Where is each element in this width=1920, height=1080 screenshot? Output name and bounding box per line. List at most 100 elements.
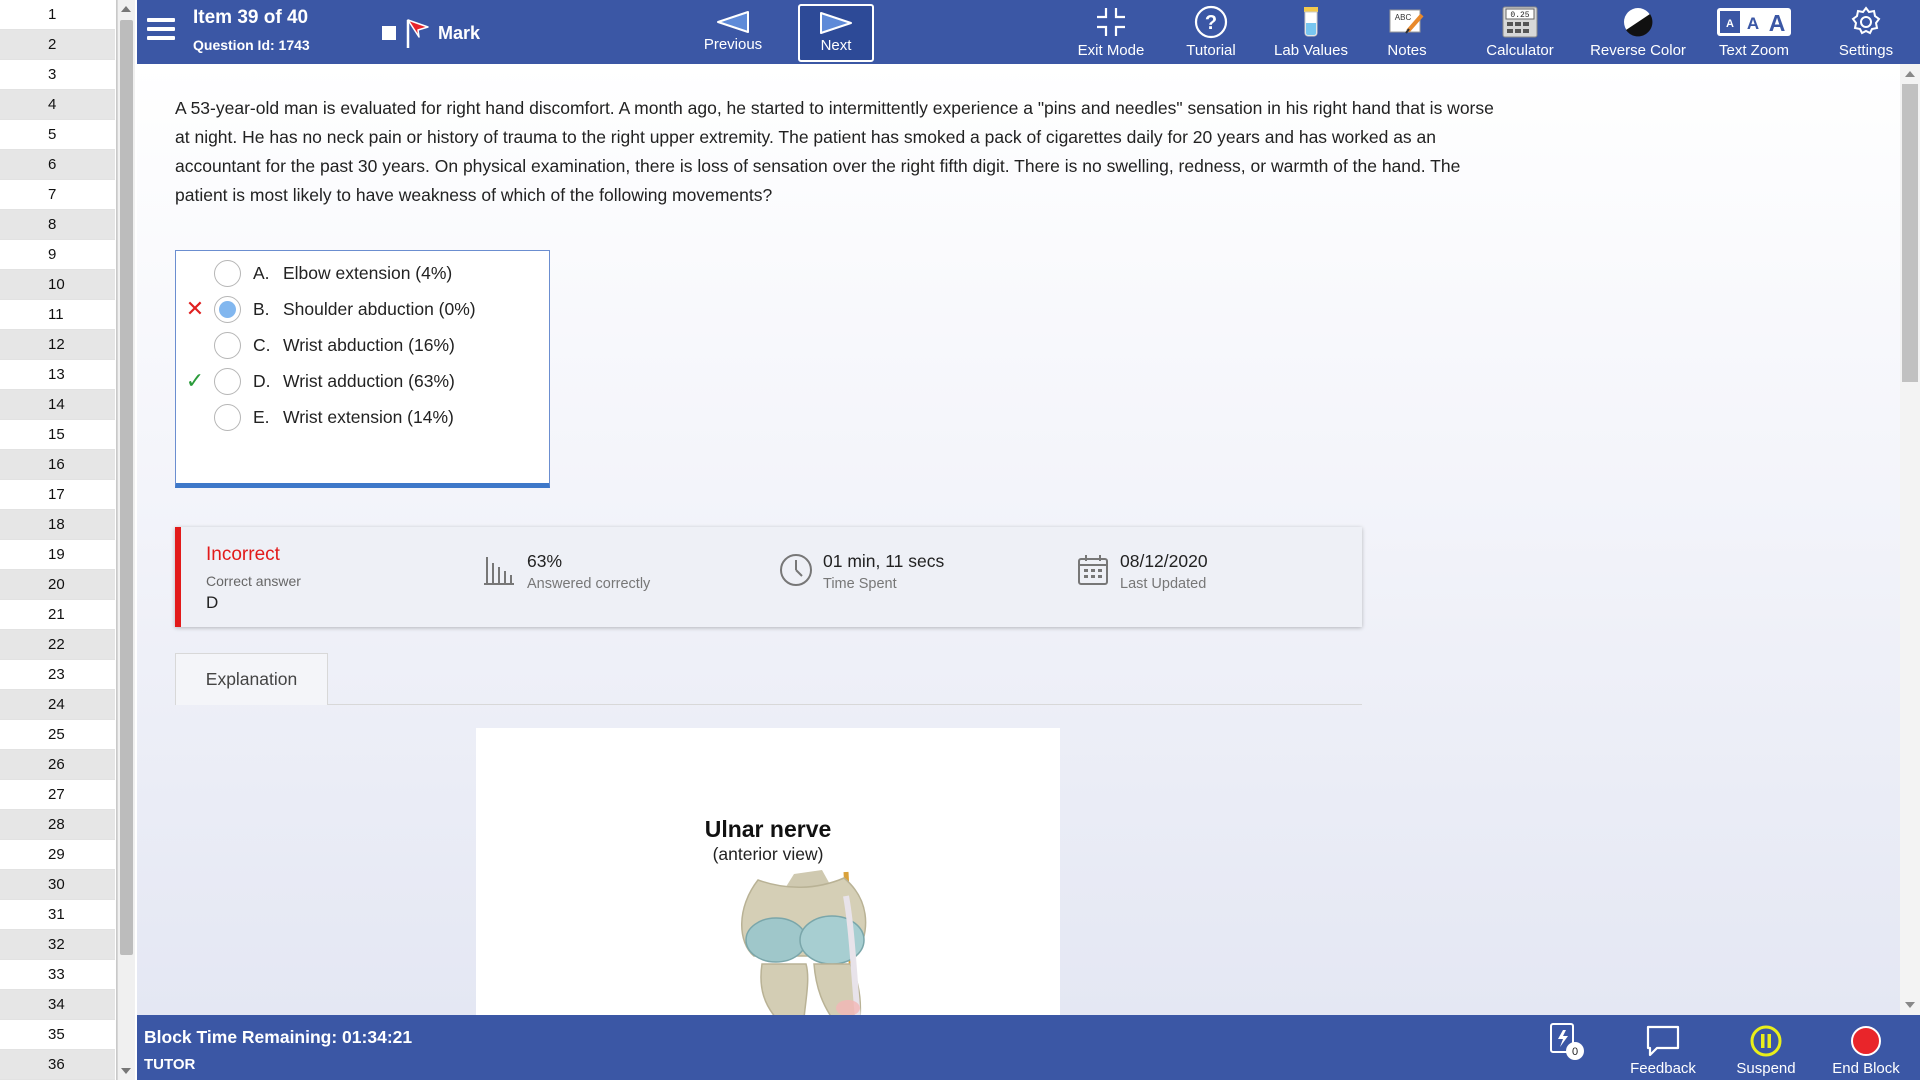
question-list: 1 2 3 4 5 6 7 8 9 10 11 12 13 14 15 16 17 18 19 20 21 22 23 24 2… [0, 0, 115, 1080]
question-list-item[interactable]: 4 [0, 90, 115, 120]
incorrect-x-icon: ✕ [185, 296, 205, 321]
question-list-item[interactable]: 9 [0, 240, 115, 270]
last-updated-label: Last Updated [1120, 576, 1207, 592]
previous-arrow-icon [717, 11, 749, 33]
pause-icon [1750, 1025, 1782, 1057]
question-list-item[interactable]: 32 [0, 930, 115, 960]
question-list-item[interactable]: 16 [0, 450, 115, 480]
choice-c-text: Wrist abduction (16%) [283, 334, 455, 355]
question-list-item[interactable]: 29 [0, 840, 115, 870]
hamburger-menu-icon[interactable] [147, 18, 175, 42]
next-button[interactable]: Next [798, 4, 874, 62]
question-list-item[interactable]: 20 [0, 570, 115, 600]
question-content: A 53-year-old man is evaluated for right… [137, 64, 1900, 1015]
calculator-button[interactable]: 0.25 Calculator [1479, 5, 1561, 63]
scroll-down-arrow-icon[interactable] [1905, 1002, 1915, 1008]
choice-c-radio[interactable] [214, 331, 241, 359]
question-list-item[interactable]: 10 [0, 270, 115, 300]
question-list-item[interactable]: 17 [0, 480, 115, 510]
question-list-scrollbar[interactable] [117, 0, 135, 1080]
previous-label: Previous [703, 36, 763, 53]
scroll-down-arrow-icon[interactable] [121, 1068, 131, 1074]
tutorial-button[interactable]: ? Tutorial [1177, 5, 1245, 63]
scrollbar-thumb[interactable] [120, 20, 133, 955]
question-list-item[interactable]: 22 [0, 630, 115, 660]
choice-a-text: Elbow extension (4%) [283, 262, 453, 283]
content-scrollbar-thumb[interactable] [1902, 84, 1918, 382]
question-list-item[interactable]: 11 [0, 300, 115, 330]
lab-values-button[interactable]: Lab Values [1269, 5, 1353, 63]
last-updated-value: 08/12/2020 [1120, 551, 1208, 571]
text-zoom-button[interactable]: A A A Text Zoom [1714, 5, 1794, 63]
question-list-item[interactable]: 13 [0, 360, 115, 390]
question-list-item[interactable]: 3 [0, 60, 115, 90]
question-list-item[interactable]: 1 [0, 0, 115, 30]
notes-button[interactable]: ABC Notes [1377, 5, 1437, 63]
question-list-item[interactable]: 31 [0, 900, 115, 930]
suspend-button[interactable]: Suspend [1726, 1024, 1806, 1077]
time-spent-stat: 01 min, 11 secs Time Spent [777, 551, 944, 592]
choice-a-radio[interactable] [214, 259, 241, 287]
svg-text:?: ? [1205, 12, 1217, 34]
exit-mode-button[interactable]: Exit Mode [1073, 5, 1149, 63]
next-label: Next [820, 37, 852, 54]
answer-choices: A. Elbow extension (4%) ✕ B. Shoulder ab… [175, 250, 550, 488]
svg-text:A: A [1726, 18, 1734, 30]
choice-e[interactable]: E. Wrist extension (14%) [176, 395, 549, 439]
question-list-item[interactable]: 12 [0, 330, 115, 360]
percent-correct-value: 63% [527, 551, 563, 571]
scroll-up-arrow-icon[interactable] [1905, 71, 1915, 77]
choice-b-text: Shoulder abduction (0%) [283, 298, 476, 319]
question-list-item[interactable]: 34 [0, 990, 115, 1020]
explanation-figure: Ulnar nerve (anterior view) [476, 728, 1060, 1015]
question-list-item[interactable]: 28 [0, 810, 115, 840]
question-list-item[interactable]: 30 [0, 870, 115, 900]
question-list-item[interactable]: 26 [0, 750, 115, 780]
end-block-button[interactable]: End Block [1821, 1024, 1911, 1077]
question-list-item[interactable]: 5 [0, 120, 115, 150]
question-list-item[interactable]: 8 [0, 210, 115, 240]
question-list-item[interactable]: 23 [0, 660, 115, 690]
question-list-item[interactable]: 27 [0, 780, 115, 810]
flag-icon [406, 19, 429, 48]
time-spent-value: 01 min, 11 secs [823, 551, 945, 571]
flashcard-button[interactable]: 0 [1541, 1023, 1591, 1060]
mark-checkbox[interactable] [382, 26, 396, 40]
question-list-item[interactable]: 7 [0, 180, 115, 210]
tab-explanation[interactable]: Explanation [175, 653, 328, 705]
item-counter: Item 39 of 40 [193, 7, 309, 28]
scroll-up-arrow-icon[interactable] [121, 6, 131, 12]
question-list-item[interactable]: 2 [0, 30, 115, 60]
choice-d-radio[interactable] [214, 367, 241, 395]
feedback-button[interactable]: Feedback [1623, 1024, 1703, 1077]
question-list-item[interactable]: 21 [0, 600, 115, 630]
feedback-label: Feedback [1630, 1060, 1696, 1077]
reverse-color-button[interactable]: Reverse Color [1586, 5, 1690, 63]
reverse-color-label: Reverse Color [1590, 42, 1686, 59]
text-zoom-icon: A A A [1717, 8, 1791, 36]
mark-toggle[interactable]: Mark [382, 16, 480, 50]
choice-b-radio[interactable] [214, 295, 241, 323]
question-list-item[interactable]: 15 [0, 420, 115, 450]
notes-label: Notes [1387, 42, 1427, 59]
settings-button[interactable]: Settings [1831, 5, 1901, 63]
last-updated-stat: 08/12/2020 Last Updated [1074, 551, 1208, 592]
question-list-item[interactable]: 19 [0, 540, 115, 570]
question-circle-icon: ? [1194, 5, 1228, 39]
choice-e-radio[interactable] [214, 403, 241, 431]
previous-button[interactable]: Previous [695, 4, 771, 62]
question-list-item[interactable]: 35 [0, 1020, 115, 1050]
question-list-item[interactable]: 14 [0, 390, 115, 420]
question-list-item[interactable]: 24 [0, 690, 115, 720]
content-scrollbar[interactable] [1900, 64, 1920, 1015]
question-list-item[interactable]: 25 [0, 720, 115, 750]
question-list-item[interactable]: 18 [0, 510, 115, 540]
question-list-item[interactable]: 36 [0, 1050, 115, 1080]
question-id: Question Id: 1743 [193, 37, 310, 53]
next-arrow-icon [820, 12, 852, 34]
question-list-item[interactable]: 33 [0, 960, 115, 990]
question-list-item[interactable]: 6 [0, 150, 115, 180]
percent-correct-label: Answered correctly [527, 576, 651, 592]
calendar-icon [1078, 555, 1108, 585]
block-time-remaining: Block Time Remaining: 01:34:21 [144, 1027, 413, 1047]
